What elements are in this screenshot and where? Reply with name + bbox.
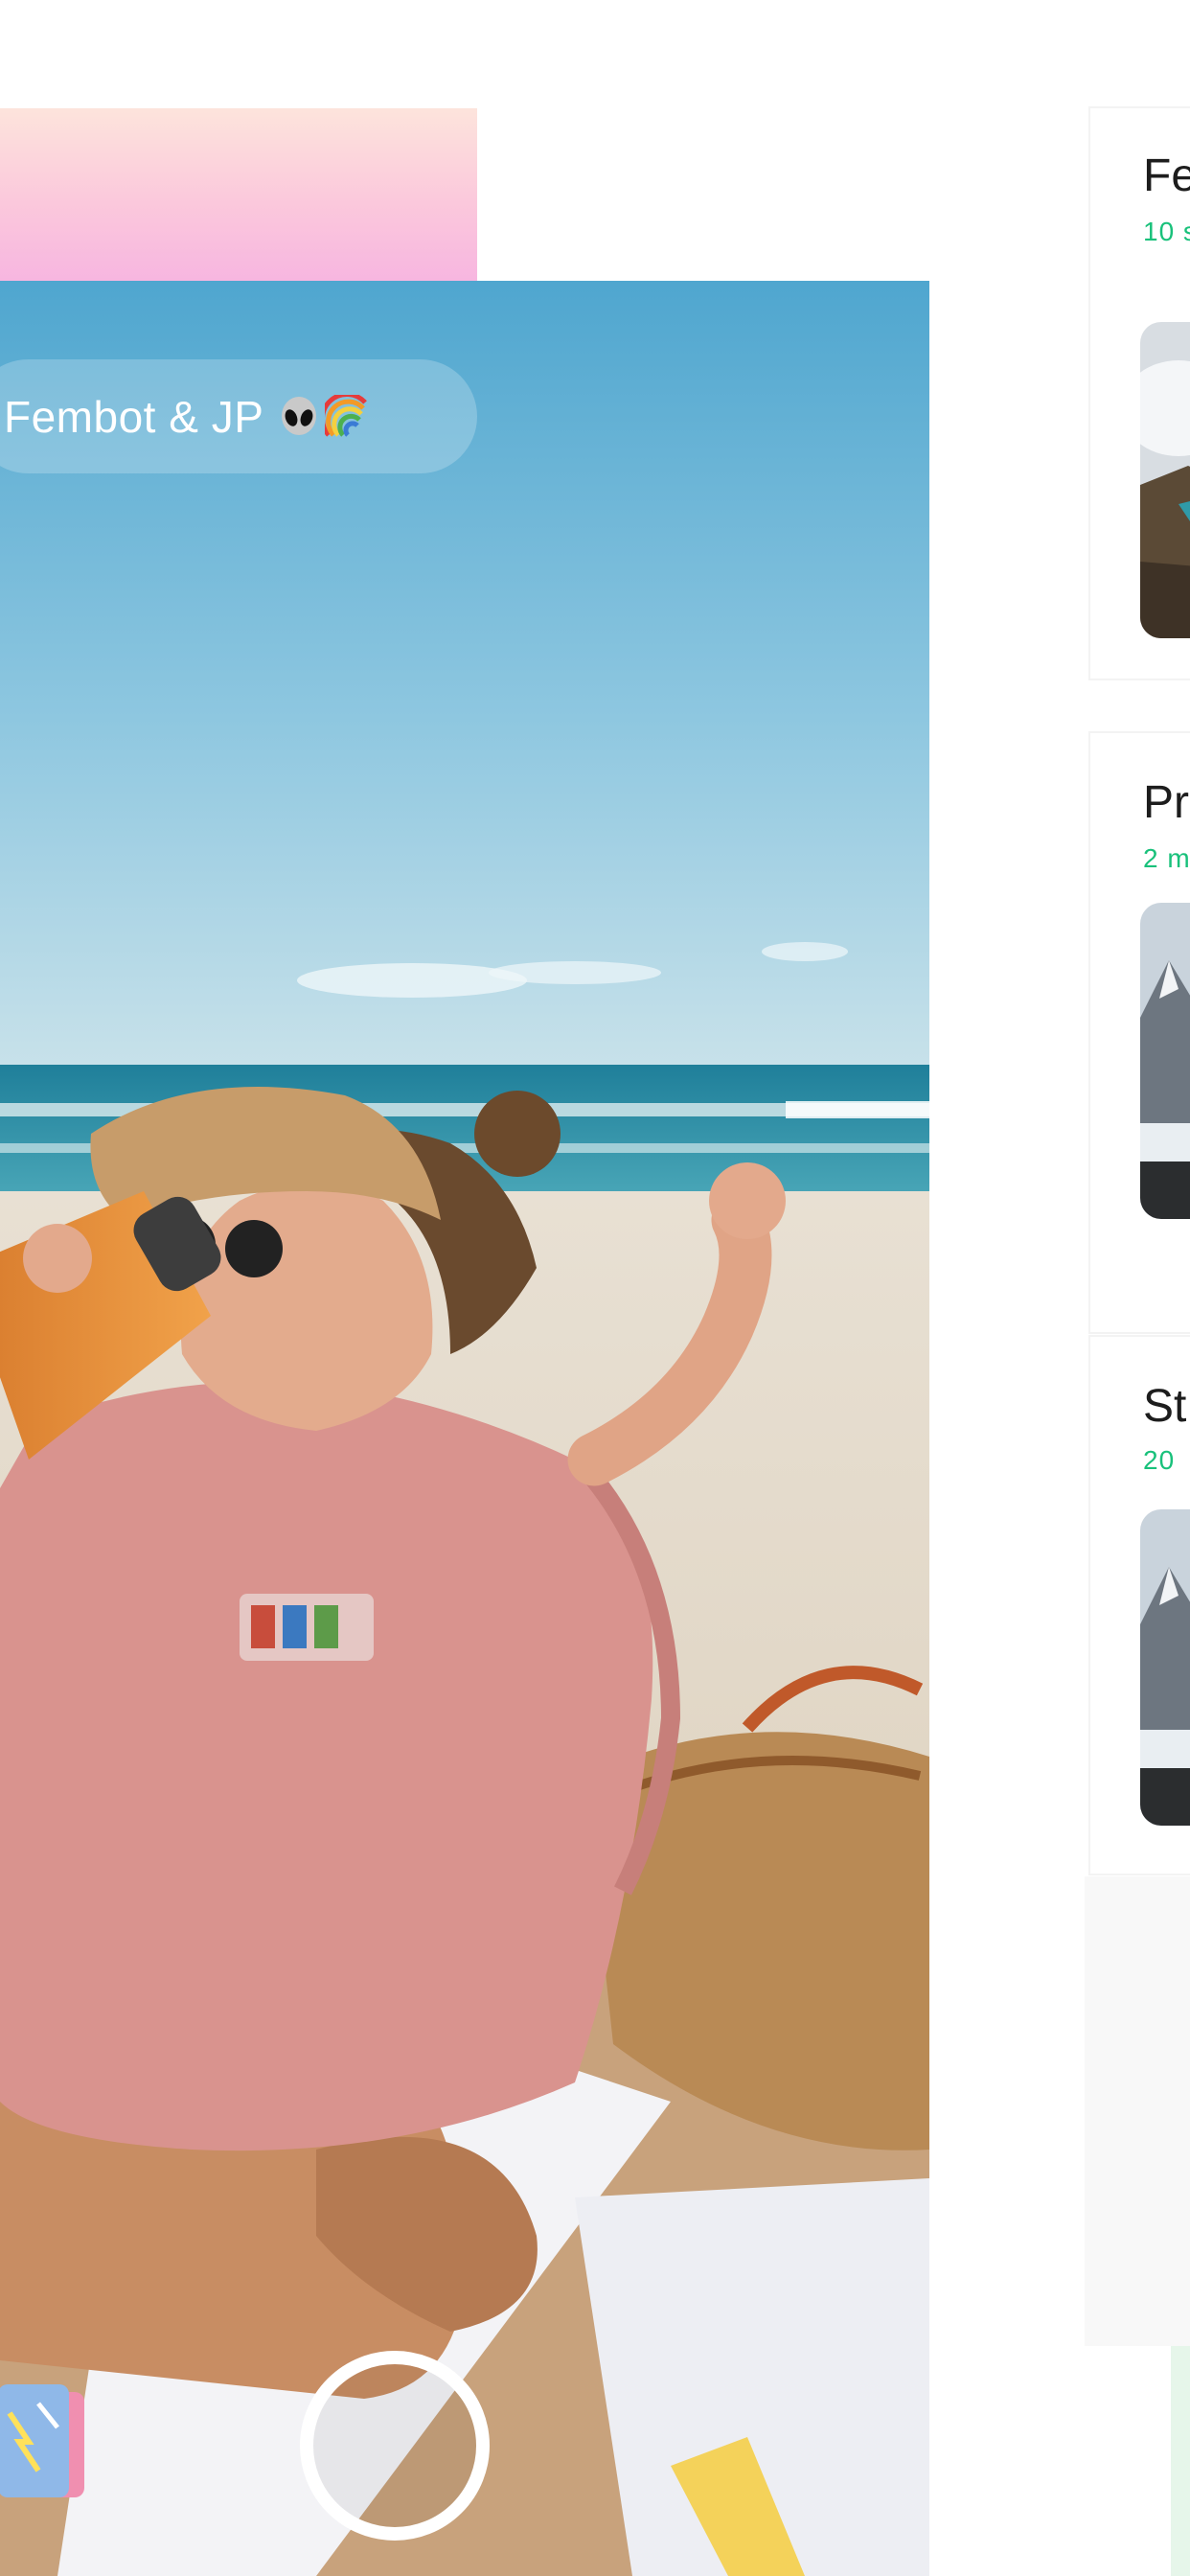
mountain-cloud-photo xyxy=(1140,322,1190,638)
album-name-pill[interactable]: Fembot & JP xyxy=(0,359,477,473)
beach-photo xyxy=(0,281,929,2576)
mountain-lake-photo xyxy=(1140,1509,1190,1826)
album-title: Fembot & JP xyxy=(4,391,264,442)
album-emoji-group xyxy=(277,394,369,439)
accent-strip xyxy=(1171,2346,1190,2576)
album-card-title: Pr xyxy=(1143,777,1189,828)
app-screen: Fembot & JP Fe 10 s xyxy=(0,0,1190,2576)
album-card-title: Fe xyxy=(1143,150,1190,201)
album-card-title: St xyxy=(1143,1381,1187,1432)
album-card-thumbnail xyxy=(1140,322,1190,638)
mountain-lake-photo xyxy=(1140,903,1190,1219)
album-card[interactable]: St 20 xyxy=(1090,1337,1190,1874)
album-header-banner xyxy=(0,108,477,281)
album-card[interactable]: Fe 10 s xyxy=(1090,108,1190,678)
empty-album-slot xyxy=(1085,1876,1190,2346)
gallery-stack-icon xyxy=(0,2384,84,2497)
shutter-button[interactable] xyxy=(300,2351,490,2541)
camera-viewfinder[interactable] xyxy=(0,281,929,2576)
album-card-thumbnail xyxy=(1140,1509,1190,1826)
album-card-thumbnail xyxy=(1140,903,1190,1219)
alien-icon xyxy=(282,396,317,435)
album-card[interactable]: Pr 2 m xyxy=(1090,733,1190,1332)
rainbow-icon xyxy=(325,394,368,437)
album-card-subtitle: 10 s xyxy=(1143,217,1190,246)
gallery-thumbnail[interactable] xyxy=(0,2375,94,2509)
album-card-subtitle: 2 m xyxy=(1143,843,1190,873)
album-card-subtitle: 20 xyxy=(1143,1445,1176,1475)
